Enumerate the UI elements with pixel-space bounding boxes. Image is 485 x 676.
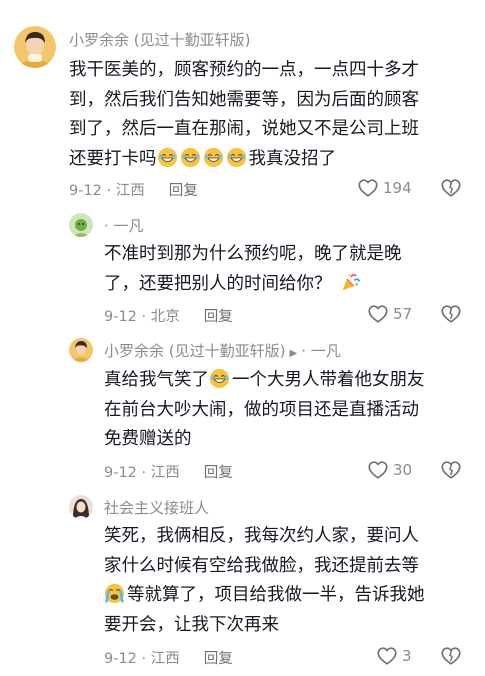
date-location: 9-12 · 江西 [104, 651, 180, 667]
grin-emoji-icon [209, 368, 230, 389]
comment-line: 在前台大吵大闹，做的项目还是直播活动 [104, 399, 419, 420]
username-link[interactable]: 小罗余余 (见过十勤亚轩版) [104, 342, 285, 360]
comment-line-suffix: 我真没招了 [248, 148, 337, 169]
avatar-boy-image [69, 338, 93, 362]
avatar[interactable] [69, 495, 93, 519]
comment-meta: 9-12 · 江西 回复 [104, 647, 233, 668]
username[interactable]: · 一凡 [104, 215, 144, 236]
crying-emoji-icon [104, 583, 125, 604]
reply-button[interactable]: 回复 [169, 183, 198, 199]
comment-line: 到，然后我们告知她需要等，因为后面的顾客 [69, 89, 419, 110]
avatar[interactable] [69, 213, 93, 237]
username[interactable]: 小罗余余 (见过十勤亚轩版) [69, 29, 250, 50]
comment-meta: 9-12 · 北京 回复 [104, 305, 233, 326]
dislike-heart-icon[interactable] [440, 645, 462, 667]
reply-button[interactable]: 回复 [204, 309, 233, 325]
like-button[interactable]: 30 [367, 459, 412, 481]
heart-outline-icon [367, 459, 389, 481]
play-arrow-icon: ▶ [289, 348, 298, 359]
like-button[interactable]: 194 [357, 177, 412, 199]
avatar-boy-image [14, 26, 56, 68]
avatar-cartoon-image [69, 213, 93, 237]
reply-button[interactable]: 回复 [204, 651, 233, 667]
comment-line: 笑死，我俩相反，我每次约人家，要问人 [104, 526, 419, 546]
grin-emoji-icon [203, 147, 224, 168]
like-button[interactable]: 3 [376, 645, 412, 667]
dislike-heart-icon[interactable] [440, 459, 462, 481]
reply-to-username[interactable]: · 一凡 [301, 342, 341, 360]
comment-line-prefix: 真给我气笑了 [104, 370, 209, 390]
date-location: 9-12 · 江西 [69, 183, 145, 199]
reply-button[interactable]: 回复 [204, 465, 233, 481]
username[interactable]: 社会主义接班人 [104, 497, 209, 518]
comment-line-suffix: 等就算了，项目给我做一半，告诉我她 [127, 585, 425, 605]
comment-line-prefix: 还要打卡吗 [69, 148, 157, 169]
heart-outline-icon [376, 645, 398, 667]
comment-line-3: 等就算了，项目给我做一半，告诉我她 [104, 581, 471, 611]
comment-line-prefix: 了，还要把别人的时间给你？ [104, 273, 332, 294]
comment-meta: 9-12 · 江西 回复 [69, 179, 198, 200]
comment-line: 我干医美的，顾客预约的一点，一点四十多才 [69, 60, 419, 80]
like-count: 3 [402, 647, 412, 665]
comment-text: 我干医美的，顾客预约的一点，一点四十多才 到，然后我们告知她需要等，因为后面的顾… [69, 56, 471, 174]
comment-line-2: 了，还要把别人的时间给你？ [104, 270, 471, 300]
dislike-heart-icon[interactable] [440, 303, 462, 325]
comment-text: 真给我气笑了 一个大男人带着他女朋友 在前台大吵大闹，做的项目还是直播活动 免费赠… [104, 366, 471, 455]
comment-line: 不准时到那为什么预约呢，晚了就是晚 [104, 244, 402, 264]
avatar[interactable] [14, 26, 56, 68]
comment-line-1: 真给我气笑了 一个大男人带着他女朋友 [104, 366, 471, 396]
username: 小罗余余 (见过十勤亚轩版) ▶ · 一凡 [104, 340, 341, 361]
party-popper-icon [340, 272, 361, 293]
comment-text: 笑死，我俩相反，我每次约人家，要问人 家什么时候有空给我做脸，我还提前去等 等就… [104, 522, 471, 640]
comment-text: 不准时到那为什么预约呢，晚了就是晚 了，还要把别人的时间给你？ [104, 240, 471, 299]
avatar-girl-image [69, 495, 93, 519]
comment-line: 要开会，让我下次再来 [104, 614, 279, 635]
like-count: 30 [393, 461, 413, 479]
heart-outline-icon [367, 303, 389, 325]
comment-line-suffix: 一个大男人带着他女朋友 [232, 370, 425, 390]
comment-line: 到了，然后一直在那闹，说她又不是公司上班 [69, 119, 419, 139]
comment-line-4: 还要打卡吗 我真没招了 [69, 145, 471, 175]
like-count: 194 [383, 179, 412, 197]
avatar[interactable] [69, 338, 93, 362]
grin-emoji-icon [157, 147, 178, 168]
date-location: 9-12 · 江西 [104, 465, 180, 481]
heart-outline-icon [357, 177, 379, 199]
comment-meta: 9-12 · 江西 回复 [104, 461, 233, 482]
dislike-heart-icon[interactable] [440, 177, 462, 199]
grin-emoji-icon [226, 147, 247, 168]
comment-line: 免费赠送的 [104, 429, 192, 449]
like-count: 57 [393, 305, 413, 323]
date-location: 9-12 · 北京 [104, 309, 180, 325]
like-button[interactable]: 57 [367, 303, 412, 325]
comment-line: 家什么时候有空给我做脸，我还提前去等 [104, 555, 419, 576]
grin-emoji-icon [180, 147, 201, 168]
